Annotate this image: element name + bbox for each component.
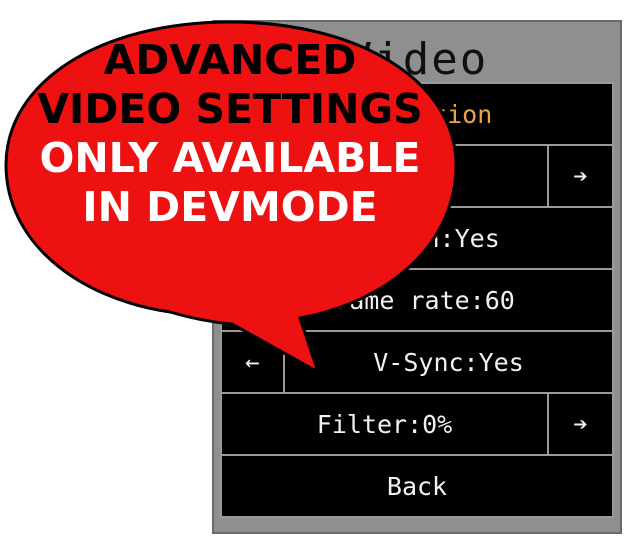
back-button[interactable]: Back bbox=[222, 456, 612, 516]
bubble-line-4: IN DEVMODE bbox=[82, 183, 378, 231]
filter-button[interactable]: Filter:0% bbox=[222, 394, 549, 454]
menu-row-filter[interactable]: Filter:0% ➔ bbox=[220, 392, 614, 456]
filter-next-arrow-icon[interactable]: ➔ bbox=[549, 394, 612, 454]
bubble-line-1: ADVANCED bbox=[103, 36, 357, 84]
bubble-caption: ADVANCED VIDEO SETTINGS ONLY AVAILABLE I… bbox=[30, 36, 430, 232]
menu-row-back[interactable]: Back bbox=[220, 454, 614, 518]
bubble-line-3: ONLY AVAILABLE bbox=[39, 134, 421, 182]
bubble-line-2: VIDEO SETTINGS bbox=[37, 85, 423, 133]
window-mode-next-arrow-icon[interactable]: ➔ bbox=[549, 146, 612, 206]
